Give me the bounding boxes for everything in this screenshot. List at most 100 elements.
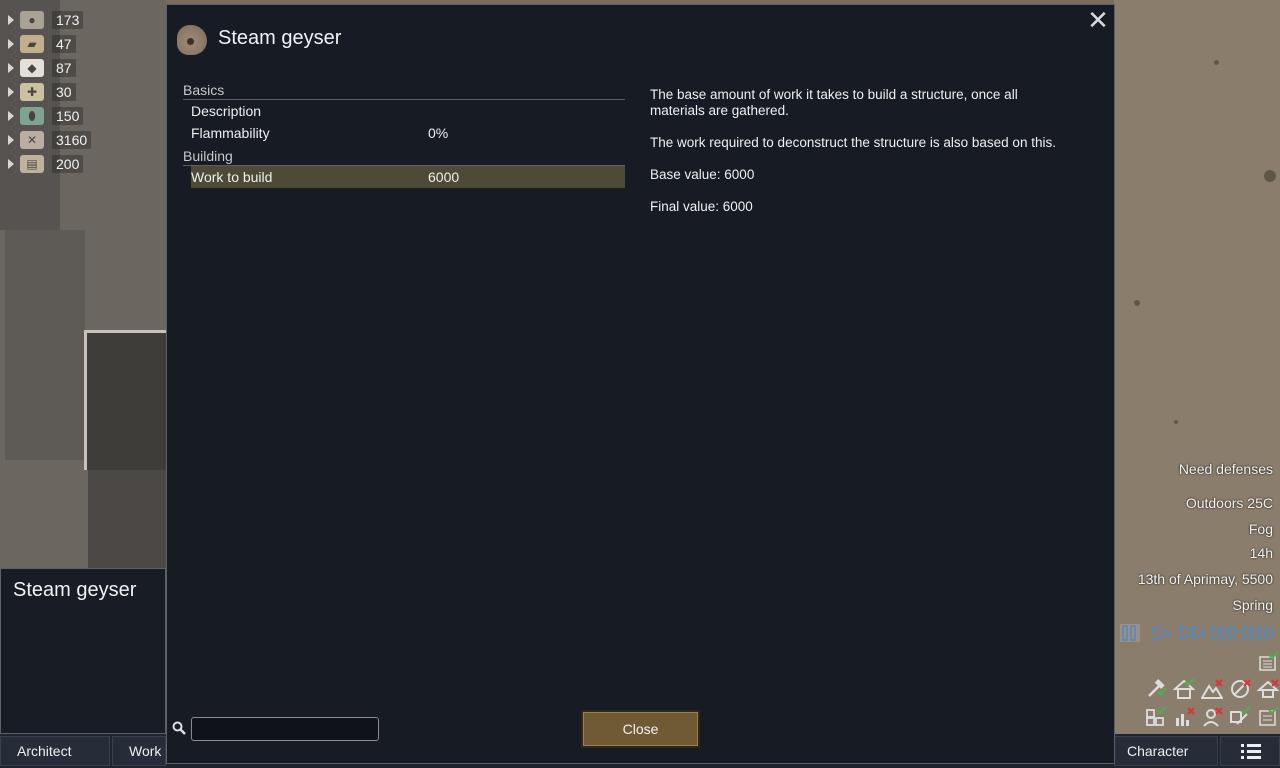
resource-row[interactable]: ⬮ 150 [0, 104, 100, 128]
base-value-text: Base value: 6000 [650, 167, 755, 182]
wood-icon: ▰ [20, 35, 44, 53]
auto-rebuild-toggle[interactable] [1145, 678, 1167, 700]
resource-row[interactable]: ✕ 3160 [0, 128, 100, 152]
temperature-readout: Outdoors 25C [1185, 495, 1273, 511]
resource-row[interactable]: ▰ 47 [0, 32, 100, 56]
map-rock-wall [84, 330, 166, 470]
resource-count: 150 [52, 107, 84, 125]
close-icon[interactable]: ✕ [1086, 7, 1110, 33]
stat-label: Flammability [191, 125, 270, 141]
steam-geyser-icon [177, 25, 207, 55]
bar-chart-icon [1176, 707, 1195, 726]
date-readout: 13th of Aprimay, 5500 [1137, 571, 1273, 587]
auto-expand-toggle[interactable] [1229, 706, 1251, 728]
resource-count: 87 [52, 59, 76, 77]
map-terrain [1134, 300, 1140, 306]
show-beauty-toggle[interactable] [1229, 678, 1251, 700]
inspect-title: Steam geyser [13, 579, 137, 601]
tab-architect[interactable]: Architect [0, 736, 110, 766]
close-button[interactable]: Close [581, 710, 700, 748]
expand-caret-icon[interactable] [8, 159, 14, 169]
alert-need-defenses[interactable]: Need defenses [1179, 461, 1273, 477]
roof-icon [1257, 679, 1279, 698]
dialog-title: Steam geyser [218, 27, 342, 49]
stat-value: 0% [428, 125, 449, 141]
menu-list-icon [1241, 744, 1261, 759]
resource-count: 3160 [52, 131, 92, 149]
stat-row-flammability[interactable]: Flammability 0% [183, 122, 625, 144]
stat-value: 6000 [428, 169, 460, 185]
map-right-area [1114, 0, 1280, 768]
resource-row[interactable]: ● 173 [0, 8, 100, 32]
inspect-panel: Steam geyser [0, 568, 166, 734]
map-terrain [5, 230, 85, 460]
tab-character[interactable]: Character [1114, 736, 1218, 766]
explanation-text: The base amount of work it takes to buil… [650, 87, 1018, 118]
pause-icon [1122, 625, 1136, 641]
category-building: Building [183, 147, 625, 166]
stats-list: Basics Description Flammability 0% Build… [183, 79, 625, 188]
stat-label: Work to build [191, 169, 273, 185]
speed-normal-button[interactable] [1152, 624, 1172, 642]
show-temperature-toggle[interactable] [1201, 706, 1223, 728]
show-expanded-toggle[interactable] [1257, 706, 1279, 728]
expand-caret-icon[interactable] [8, 111, 14, 121]
speed-fast-button[interactable] [1180, 624, 1208, 642]
expand-caret-icon[interactable] [8, 15, 14, 25]
resource-row[interactable]: ◆ 87 [0, 56, 100, 80]
show-terrain-affordance-toggle[interactable] [1201, 678, 1223, 700]
show-fertility-toggle[interactable] [1173, 706, 1195, 728]
speed-superfast-button[interactable] [1211, 624, 1241, 642]
pause-button[interactable] [1120, 624, 1140, 642]
main-menu-button[interactable] [1220, 736, 1280, 766]
expand-arrow-icon [1230, 706, 1251, 725]
auto-home-area-toggle[interactable] [1173, 678, 1195, 700]
medicine-icon: ✚ [20, 83, 44, 101]
learning-helper-toggle[interactable] [1257, 651, 1279, 673]
resource-row[interactable]: ✚ 30 [0, 80, 100, 104]
map-terrain [1264, 170, 1276, 182]
season-readout: Spring [1232, 597, 1273, 613]
fast-forward-icon [1180, 624, 1207, 642]
explanation-text: The work required to deconstruct the str… [650, 135, 1056, 150]
mountain-icon [1201, 679, 1223, 699]
search-input[interactable] [191, 717, 379, 741]
no-sign-icon [1231, 679, 1251, 698]
resource-row[interactable]: ▤ 200 [0, 152, 100, 176]
info-dialog: Steam geyser ✕ Basics Description Flamma… [166, 4, 1115, 764]
superfast-icon [1211, 624, 1241, 642]
resource-count: 47 [52, 35, 76, 53]
person-icon [1203, 707, 1223, 727]
play-icon [1153, 624, 1172, 642]
final-value-text: Final value: 6000 [650, 199, 753, 214]
category-basics: Basics [183, 81, 625, 100]
stat-explanation: The base amount of work it takes to buil… [650, 87, 1070, 231]
cloth-icon: ◆ [20, 59, 44, 77]
map-terrain [1174, 420, 1178, 424]
hour-readout: 14h [1249, 545, 1273, 561]
speed-ultrafast-button[interactable] [1242, 624, 1276, 642]
ultrafast-icon [1242, 624, 1276, 642]
show-roof-toggle[interactable] [1257, 678, 1279, 700]
expand-caret-icon[interactable] [8, 135, 14, 145]
stat-label: Description [191, 103, 262, 119]
weather-readout: Fog [1248, 521, 1273, 537]
component-icon: ⬮ [20, 107, 44, 125]
home-icon [1173, 678, 1195, 699]
resource-list: ● 173 ▰ 47 ◆ 87 ✚ 30 ⬮ 150 ✕ 3160 ▤ 200 [0, 8, 100, 176]
grid-icon [1146, 706, 1167, 726]
resource-count: 173 [52, 11, 84, 29]
resource-count: 30 [52, 83, 76, 101]
resource-count: 200 [52, 155, 84, 173]
expand-caret-icon[interactable] [8, 63, 14, 73]
hammer-icon [1148, 679, 1167, 697]
search-icon [172, 721, 186, 735]
tab-work[interactable]: Work [112, 736, 166, 766]
show-zones-toggle[interactable] [1145, 706, 1167, 728]
map-terrain [88, 470, 166, 568]
checklist-icon [1259, 706, 1279, 726]
expand-caret-icon[interactable] [8, 39, 14, 49]
stat-row-description[interactable]: Description [183, 100, 625, 122]
expand-caret-icon[interactable] [8, 87, 14, 97]
stat-row-work-to-build[interactable]: Work to build 6000 [191, 166, 625, 188]
